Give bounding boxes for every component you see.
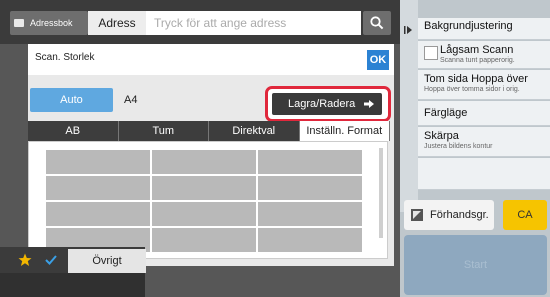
custom-size-slot[interactable] (46, 150, 150, 174)
custom-size-slot[interactable] (258, 176, 362, 200)
auto-button[interactable]: Auto (30, 88, 113, 112)
sidebar-item-label: Lågsam Scann (440, 44, 514, 56)
preview-label: Förhandsgr. (430, 209, 489, 221)
sidebar-item-skip-blank[interactable]: Tom sida Hoppa över Hoppa över tomma sid… (418, 70, 550, 100)
checkmark-icon (45, 255, 57, 265)
sidebar-toggle[interactable] (400, 0, 418, 212)
other-button[interactable]: Övrigt (68, 249, 146, 273)
clear-all-button[interactable]: CA (503, 200, 547, 230)
save-delete-label: Lagra/Radera (288, 98, 356, 110)
sidebar-item-sublabel: Justera bildens kontur (424, 143, 493, 150)
start-button[interactable]: Start (404, 235, 547, 295)
custom-size-slot[interactable] (152, 202, 256, 226)
preview-icon (411, 209, 423, 221)
sidebar-item-slow-scan[interactable]: Lågsam Scann Scanna tunt papperorig. (418, 41, 550, 69)
address-book-label: Adressbok (30, 18, 73, 28)
sidebar-item-color-mode[interactable]: Färgläge (418, 101, 550, 126)
custom-size-slot[interactable] (46, 176, 150, 200)
preview-button[interactable]: Förhandsgr. (404, 200, 494, 230)
tab-custom-format[interactable]: Inställn. Format (299, 121, 390, 141)
tab-bar: AB Tum Direktval Inställn. Format (28, 121, 390, 141)
sidebar-item-sublabel: Hoppa över tomma sidor i orig. (424, 86, 520, 93)
scrollbar[interactable] (379, 148, 383, 238)
sidebar-empty-slot (418, 158, 550, 190)
address-label: Adress (88, 11, 146, 35)
sidebar-item-sharpness[interactable]: Skärpa Justera bildens kontur (418, 127, 550, 157)
custom-size-slot[interactable] (258, 202, 362, 226)
custom-size-slot[interactable] (258, 150, 362, 174)
size-value: A4 (124, 94, 138, 106)
tab-inch[interactable]: Tum (118, 121, 209, 141)
search-icon (370, 16, 384, 30)
sidebar-item-label: Bakgrundjustering (424, 20, 513, 32)
start-label: Start (463, 259, 488, 271)
dialog-title: Scan. Storlek (35, 52, 95, 63)
expand-arrow-icon (404, 26, 412, 34)
custom-size-slot[interactable] (46, 202, 150, 226)
search-button[interactable] (363, 11, 391, 35)
sidebar-item-label: Färgläge (424, 107, 468, 119)
custom-size-slot[interactable] (258, 228, 362, 252)
arrow-right-icon (364, 100, 374, 108)
sidebar-item-label: Skärpa (424, 130, 459, 142)
custom-size-slot[interactable] (152, 150, 256, 174)
save-delete-button[interactable]: Lagra/Radera (272, 93, 382, 115)
ok-button[interactable]: OK (367, 50, 389, 70)
custom-size-slot[interactable] (152, 228, 256, 252)
book-icon (14, 19, 24, 27)
tab-direct[interactable]: Direktval (209, 121, 300, 141)
check-button[interactable] (40, 250, 62, 270)
sidebar-item-background[interactable]: Bakgrundjustering (418, 18, 550, 40)
sidebar-item-sublabel: Scanna tunt papperorig. (440, 57, 515, 64)
star-icon (18, 253, 32, 266)
custom-size-slot[interactable] (152, 176, 256, 200)
address-book-button[interactable]: Adressbok (10, 11, 88, 35)
bottom-strip (0, 273, 145, 297)
sidebar-item-label: Tom sida Hoppa över (424, 73, 528, 85)
favorite-button[interactable] (14, 250, 36, 270)
tab-ab[interactable]: AB (28, 121, 119, 141)
address-input[interactable] (146, 11, 361, 35)
slow-scan-checkbox[interactable] (424, 46, 438, 60)
